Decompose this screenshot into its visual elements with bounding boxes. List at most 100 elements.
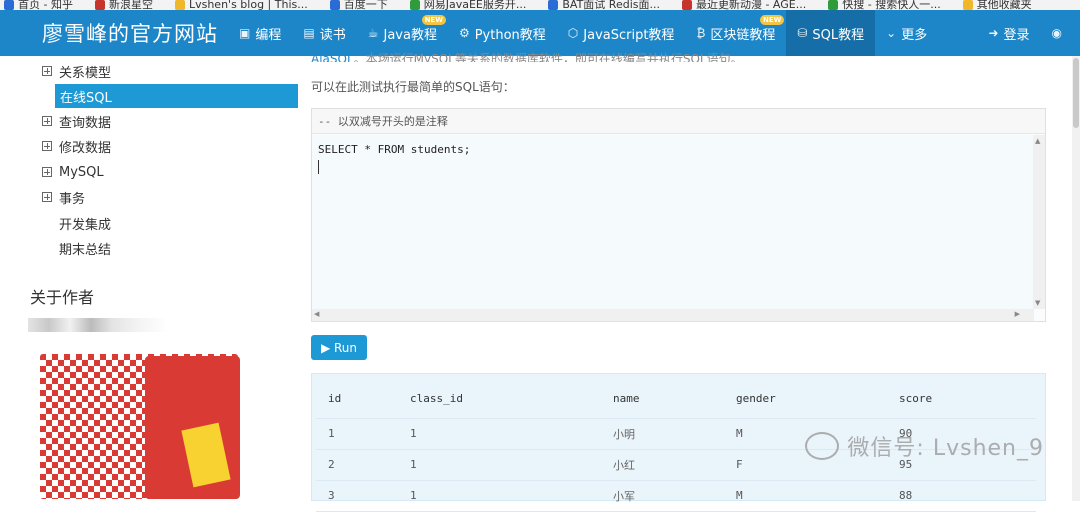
text-cursor bbox=[318, 160, 319, 174]
sidebar-item-label: 在线SQL bbox=[60, 90, 112, 106]
sidebar-item-integration[interactable]: 开发集成 bbox=[59, 211, 111, 235]
cell-name: 小明 bbox=[601, 418, 724, 450]
new-badge: NEW bbox=[421, 15, 446, 25]
editor-horizontal-scrollbar[interactable]: ◀ ▶ bbox=[312, 309, 1034, 321]
nav-item-more[interactable]: ⌄ 更多 bbox=[875, 10, 938, 56]
bookmark-icon bbox=[681, 0, 692, 10]
bookmark-icon bbox=[409, 0, 420, 10]
bookmark-item[interactable]: BAT面试 Redis面... bbox=[548, 0, 660, 10]
scrollbar-thumb[interactable] bbox=[1073, 58, 1079, 128]
cell-name: 小红 bbox=[601, 449, 724, 481]
nav-item-programming[interactable]: ▣ 编程 bbox=[228, 10, 292, 56]
sql-editor[interactable]: -- 以双减号开头的是注释 SELECT * FROM students; ▲ … bbox=[311, 108, 1046, 322]
alasql-link[interactable]: AlaSQL bbox=[311, 52, 354, 62]
sidebar-item-mysql[interactable]: MySQL bbox=[42, 160, 104, 184]
sidebar-item-label: 修改数据 bbox=[59, 140, 112, 156]
promo-tag-image bbox=[145, 356, 240, 499]
nav-right: ➜ 登录 ◉ bbox=[977, 10, 1080, 56]
scroll-down-icon[interactable]: ▼ bbox=[1035, 299, 1040, 307]
cell-gender: M bbox=[724, 480, 887, 512]
intro-cut-line: AlaSQL。本场运行MySQL等关系的数据库软件，即可在线编写并执行SQL语句… bbox=[311, 50, 743, 62]
run-button[interactable]: ▶ Run bbox=[311, 335, 367, 360]
nav-item-sql[interactable]: ⛁ SQL教程 bbox=[786, 10, 876, 56]
scroll-right-icon[interactable]: ▶ bbox=[1015, 310, 1020, 318]
bookmark-icon bbox=[548, 0, 559, 10]
bookmark-item[interactable]: 首页 - 知乎 bbox=[4, 0, 73, 10]
bookmark-item[interactable]: 快搜 - 搜索快人一... bbox=[828, 0, 941, 10]
sql-code-line: SELECT * FROM students; bbox=[318, 143, 471, 156]
sidebar-item-label: 关系模型 bbox=[59, 65, 112, 81]
cell-name: 小军 bbox=[601, 480, 724, 512]
monitor-icon: ▣ bbox=[239, 26, 251, 40]
nav-item-label: Python教程 bbox=[474, 27, 546, 43]
python-icon: ⚙ bbox=[458, 26, 470, 40]
table-header-row: id class_id name gender score bbox=[316, 380, 1036, 419]
page-scrollbar[interactable] bbox=[1072, 56, 1080, 501]
bookmark-item[interactable]: Lvshen's blog | This... bbox=[174, 0, 308, 10]
nav-item-label: JavaScript教程 bbox=[583, 27, 675, 43]
new-badge: NEW bbox=[759, 15, 785, 25]
intro-text: 可以在此测试执行最简单的SQL语句： bbox=[311, 80, 515, 94]
expand-icon[interactable] bbox=[42, 192, 52, 202]
column-header-gender: gender bbox=[724, 380, 887, 419]
cell-class-id: 1 bbox=[398, 480, 601, 512]
expand-icon[interactable] bbox=[42, 141, 52, 151]
sign-in-icon: ➜ bbox=[988, 26, 999, 40]
bookmark-icon bbox=[4, 0, 14, 10]
database-icon: ⛁ bbox=[797, 26, 808, 40]
nav-item-label: SQL教程 bbox=[812, 27, 865, 43]
expand-icon[interactable] bbox=[42, 116, 52, 126]
sidebar-item-label: 开发集成 bbox=[59, 217, 112, 233]
bookmarks-bar: 首页 - 知乎 新浪星空 Lvshen's blog | This... 百度一… bbox=[0, 0, 1080, 10]
book-icon: ▤ bbox=[303, 26, 315, 40]
expand-icon[interactable] bbox=[42, 167, 52, 177]
column-header-class-id: class_id bbox=[398, 380, 601, 419]
bookmark-item[interactable]: 最近更新动漫 - AGE... bbox=[681, 0, 806, 10]
intro-cut-text: 。本场运行MySQL等关系的数据库软件，即可在线编写并执行SQL语句。 bbox=[353, 52, 743, 62]
cell-class-id: 1 bbox=[398, 449, 601, 481]
sidebar-item-relational-model[interactable]: 关系模型 bbox=[42, 59, 111, 83]
sidebar-item-transaction[interactable]: 事务 bbox=[42, 185, 85, 209]
cell-score: 88 bbox=[887, 480, 1036, 512]
editor-vertical-scrollbar[interactable]: ▲ ▼ bbox=[1033, 135, 1045, 309]
cell-id: 2 bbox=[316, 449, 398, 481]
language-button[interactable]: ◉ bbox=[1041, 10, 1080, 56]
bookmark-item[interactable]: 新浪星空 bbox=[94, 0, 153, 10]
sidebar-item-summary[interactable]: 期末总结 bbox=[59, 236, 111, 260]
bitcoin-icon: ₿ bbox=[696, 26, 706, 40]
column-header-score: score bbox=[887, 380, 1036, 419]
bookmark-item[interactable]: 其他收藏夹 bbox=[962, 0, 1032, 10]
editor-comment-line: -- 以双减号开头的是注释 bbox=[312, 109, 1045, 134]
watermark-text: 微信号: Lvshen_9 bbox=[847, 436, 1044, 461]
bookmark-item[interactable]: 百度一下 bbox=[329, 0, 388, 10]
wechat-icon bbox=[805, 432, 840, 460]
about-author-title: 关于作者 bbox=[30, 288, 95, 307]
cell-class-id: 1 bbox=[398, 418, 601, 450]
nav-item-label: 区块链教程 bbox=[710, 27, 776, 43]
coffee-icon: ☕ bbox=[367, 26, 379, 40]
login-label: 登录 bbox=[1003, 27, 1030, 43]
nav-item-label: 更多 bbox=[901, 27, 928, 43]
expand-icon[interactable] bbox=[42, 66, 52, 76]
nav-item-label: 读书 bbox=[319, 27, 346, 43]
sidebar-item-label: 查询数据 bbox=[59, 115, 112, 131]
bookmark-item[interactable]: 网易JavaEE服务开... bbox=[409, 0, 526, 10]
site-brand[interactable]: 廖雪峰的官方网站 bbox=[0, 18, 228, 48]
table-row: 3 1 小军 M 88 bbox=[316, 480, 1036, 512]
cell-id: 3 bbox=[316, 480, 398, 512]
column-header-id: id bbox=[316, 380, 398, 419]
sidebar: 关系模型 在线SQL 查询数据 修改数据 MySQL 事务 开发集成 期末总结 … bbox=[0, 56, 298, 501]
sidebar-item-query-data[interactable]: 查询数据 bbox=[42, 109, 111, 133]
bookmark-icon bbox=[828, 0, 839, 10]
bookmark-icon bbox=[94, 0, 105, 10]
wechat-watermark: 微信号: Lvshen_9 bbox=[805, 430, 1044, 462]
cell-id: 1 bbox=[316, 418, 398, 450]
login-button[interactable]: ➜ 登录 bbox=[977, 10, 1040, 56]
nav-item-label: Java教程 bbox=[383, 27, 437, 43]
sql-code-area[interactable]: SELECT * FROM students; bbox=[312, 135, 1034, 309]
sidebar-item-modify-data[interactable]: 修改数据 bbox=[42, 134, 111, 158]
sidebar-item-label: 事务 bbox=[59, 191, 86, 207]
scroll-left-icon[interactable]: ◀ bbox=[314, 310, 319, 318]
scroll-up-icon[interactable]: ▲ bbox=[1035, 137, 1040, 145]
sidebar-item-online-sql[interactable]: 在线SQL bbox=[55, 84, 298, 108]
